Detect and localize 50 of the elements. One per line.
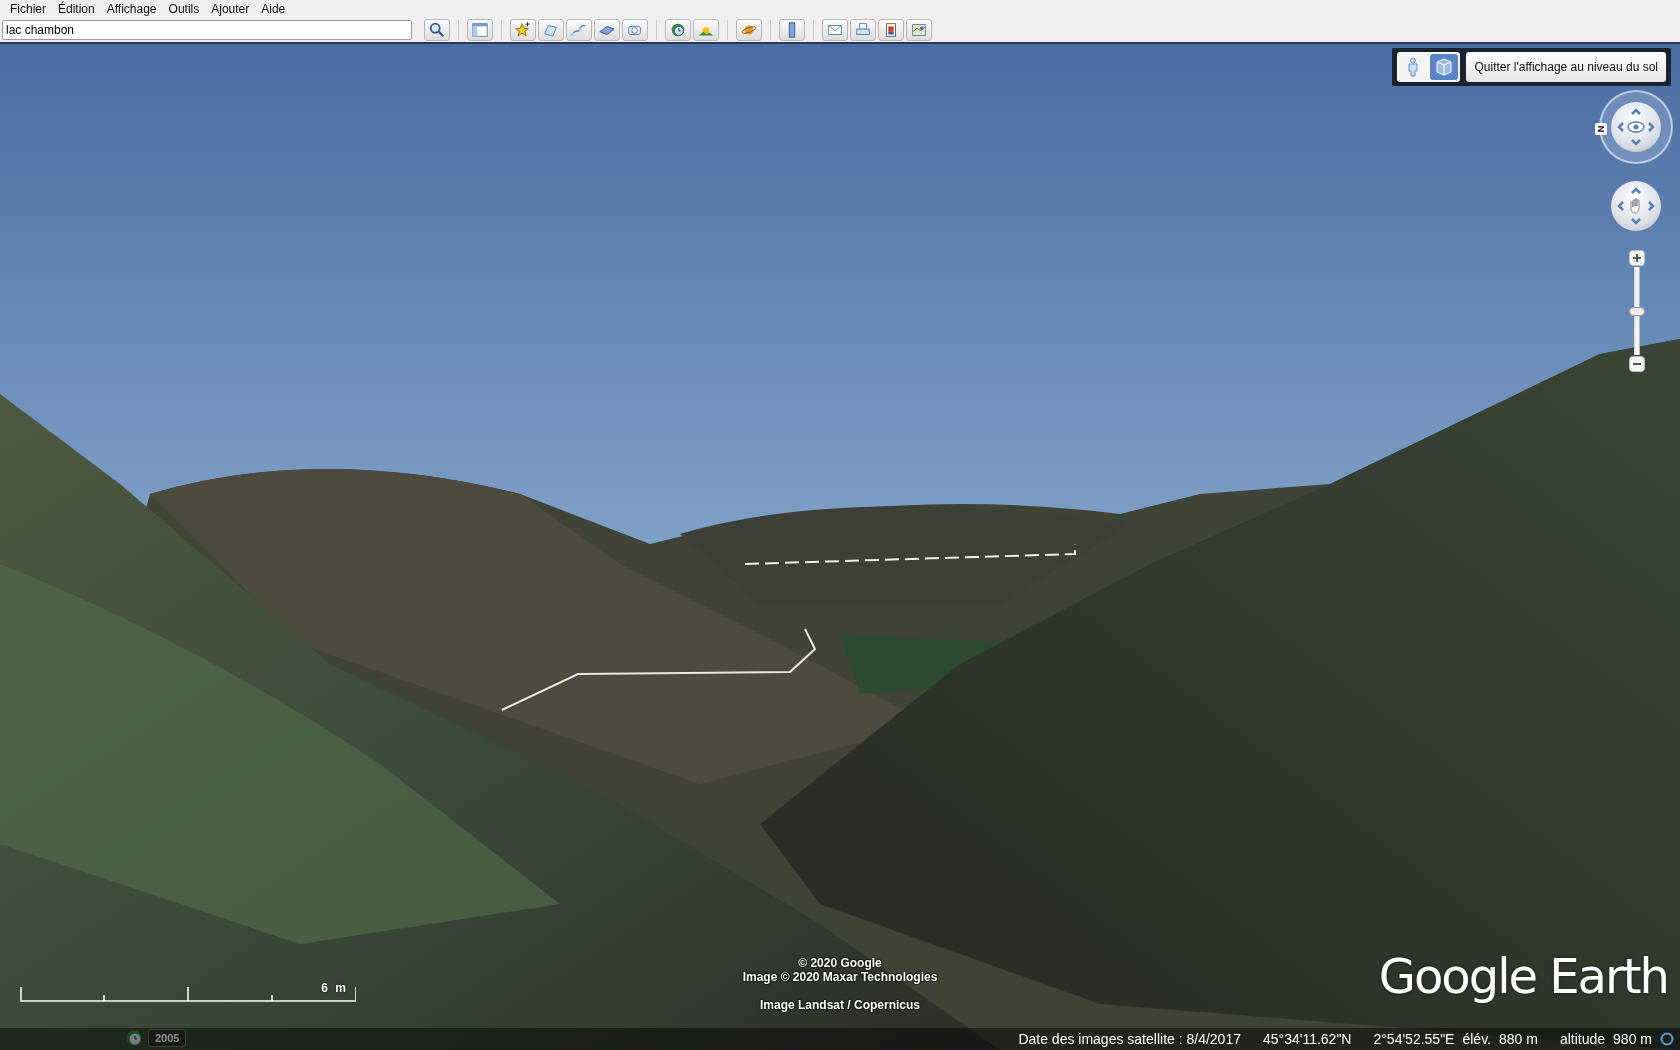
menu-item[interactable]: Outils	[162, 2, 206, 16]
map-button[interactable]	[906, 19, 932, 41]
pushpin-button[interactable]	[510, 19, 536, 41]
altitude-value: 980 m	[1613, 1031, 1652, 1047]
cube-icon	[1435, 57, 1454, 77]
compass-north-label[interactable]: N	[1595, 123, 1607, 135]
menu-item[interactable]: Fichier	[4, 2, 52, 16]
longitude: 2°54'52.55"E	[1373, 1031, 1455, 1047]
altitude-label: altitude	[1559, 1031, 1606, 1047]
planet-button[interactable]	[736, 19, 762, 41]
clock-icon	[669, 21, 687, 39]
polygon-button[interactable]	[538, 19, 564, 41]
menu-item[interactable]: Aide	[255, 2, 292, 16]
latitude: 45°34'11.62"N	[1262, 1031, 1352, 1047]
save-image-button[interactable]	[878, 19, 904, 41]
logo-text: Google Earth	[1378, 948, 1668, 1004]
ruler-button[interactable]	[779, 19, 805, 41]
attribution-text: Image © 2020 Maxar Technologies	[742, 970, 938, 984]
image-overlay-button[interactable]	[594, 19, 620, 41]
attribution-text: © 2020 Google	[798, 956, 882, 970]
sidebar-button[interactable]	[467, 19, 493, 41]
search-button[interactable]	[424, 19, 450, 41]
clock-button[interactable]	[665, 19, 691, 41]
menu-item[interactable]: Édition	[52, 2, 101, 16]
sun-button[interactable]	[693, 19, 719, 41]
zoom-out-button[interactable]	[1629, 356, 1645, 372]
elevation-label: élév.	[1462, 1031, 1491, 1047]
zoom-in-button[interactable]	[1629, 250, 1645, 266]
clock-icon[interactable]	[126, 1030, 142, 1046]
pushpin-icon	[514, 21, 532, 39]
camera-button[interactable]	[622, 19, 648, 41]
path-button[interactable]	[566, 19, 592, 41]
menu-item[interactable]: Affichage	[100, 2, 163, 16]
menu-item[interactable]: Ajouter	[205, 2, 256, 16]
view-mode-button[interactable]	[1430, 54, 1459, 80]
elevation-value: 880 m	[1499, 1031, 1538, 1047]
attribution-text: Image Landsat / Copernicus	[759, 998, 920, 1012]
map-icon	[910, 21, 928, 39]
print-button[interactable]	[850, 19, 876, 41]
streaming-indicator-icon	[1660, 1032, 1674, 1046]
imagery-date: Date des images satellite : 8/4/2017	[1018, 1031, 1241, 1047]
zoom-slider-thumb[interactable]	[1629, 306, 1645, 316]
email-button[interactable]	[822, 19, 848, 41]
historical-imagery-year[interactable]: 2005	[148, 1029, 187, 1047]
search-field[interactable]: lac chambon	[2, 20, 412, 40]
scale-label: 6 m	[321, 981, 346, 995]
sidebar-icon	[471, 21, 489, 39]
search-icon	[428, 21, 446, 39]
plus-icon	[1632, 253, 1642, 263]
exit-ground-level-button[interactable]: Quitter l'affichage au niveau du sol	[1466, 52, 1666, 82]
